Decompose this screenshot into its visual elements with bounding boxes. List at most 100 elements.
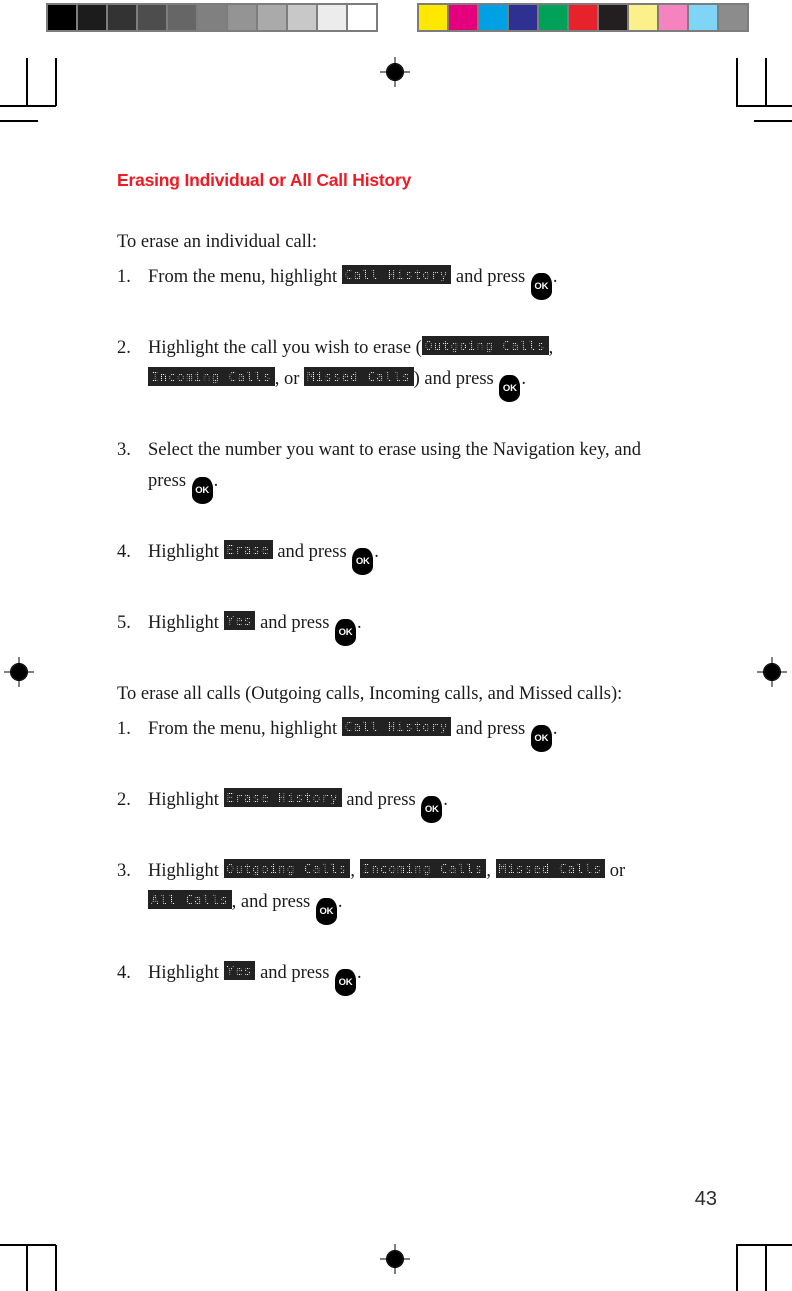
menu-item-label[interactable]: Missed Calls xyxy=(495,859,606,878)
color-swatch xyxy=(539,5,567,30)
grayscale-swatch xyxy=(48,5,76,30)
step-item: 2. Highlight Erase History and press OK. xyxy=(117,785,677,823)
step-text: Highlight xyxy=(148,790,224,810)
crop-mark-bottom-right-horizontal xyxy=(736,1244,792,1246)
grayscale-swatch xyxy=(168,5,196,30)
ok-key-icon[interactable]: OK xyxy=(421,796,443,823)
step-number: 4. xyxy=(117,963,131,983)
menu-item-label[interactable]: Missed Calls xyxy=(304,367,414,386)
menu-item-label[interactable]: Erase xyxy=(223,540,273,559)
grayscale-swatch xyxy=(198,5,226,30)
menu-item-label[interactable]: All Calls xyxy=(148,890,232,909)
step-number: 1. xyxy=(117,267,131,287)
color-swatch xyxy=(659,5,687,30)
crop-mark-top-left-bleed xyxy=(26,58,28,106)
menu-item-label[interactable]: Incoming Calls xyxy=(359,859,487,878)
registration-target-right xyxy=(757,657,787,687)
step-number: 4. xyxy=(117,542,131,562)
step-text: Highlight the call you wish to erase ( xyxy=(148,338,422,358)
registration-target-top xyxy=(380,57,410,87)
step-item: 1. From the menu, highlight Call History … xyxy=(117,262,677,300)
color-swatch xyxy=(449,5,477,30)
step-text: From the menu, highlight xyxy=(148,267,342,287)
page-content: Erasing Individual or All Call History T… xyxy=(117,170,677,996)
crop-mark-top-right-horizontal xyxy=(736,105,792,107)
ok-key-icon[interactable]: OK xyxy=(530,273,552,300)
color-swatch xyxy=(629,5,657,30)
step-item: 4. Highlight Erase and press OK. xyxy=(117,537,677,575)
step-text: . xyxy=(357,613,362,633)
crop-mark-bottom-left-horizontal xyxy=(0,1244,56,1246)
step-text: . xyxy=(443,790,448,810)
step-item: 3. Select the number you want to erase us… xyxy=(117,435,677,504)
crop-mark-bottom-right-vertical xyxy=(736,1245,738,1291)
registration-target-left xyxy=(4,657,34,687)
step-text: From the menu, highlight xyxy=(148,719,342,739)
step-text: Highlight xyxy=(148,963,224,983)
step-text: ) and press xyxy=(413,369,499,389)
step-text: . xyxy=(521,369,526,389)
menu-item-label[interactable]: Yes xyxy=(223,611,256,630)
menu-item-label[interactable]: Yes xyxy=(223,961,256,980)
grayscale-swatch xyxy=(138,5,166,30)
registration-target-bottom xyxy=(380,1244,410,1274)
grayscale-swatch xyxy=(108,5,136,30)
page-title: Erasing Individual or All Call History xyxy=(117,170,412,190)
step-text: , xyxy=(486,861,496,881)
menu-item-label[interactable]: Erase History xyxy=(223,788,342,807)
step-text: Highlight xyxy=(148,861,224,881)
color-swatch xyxy=(569,5,597,30)
step-list: 1. From the menu, highlight Call History … xyxy=(117,714,677,996)
step-number: 5. xyxy=(117,613,131,633)
step-text: . xyxy=(374,542,379,562)
step-text: . xyxy=(552,267,558,287)
step-number: 1. xyxy=(117,719,131,739)
menu-item-label[interactable]: Outgoing Calls xyxy=(421,336,549,355)
step-list: 1. From the menu, highlight Call History … xyxy=(117,262,677,646)
grayscale-swatch xyxy=(288,5,316,30)
ok-key-icon[interactable]: OK xyxy=(352,548,374,575)
color-swatch xyxy=(689,5,717,30)
color-calibration-bar xyxy=(417,3,749,32)
step-text: and press xyxy=(255,613,335,633)
ok-key-icon[interactable]: OK xyxy=(499,375,521,402)
step-text: and press xyxy=(451,267,530,287)
step-text: Select the number you want to erase usin… xyxy=(148,440,642,491)
step-number: 3. xyxy=(117,861,131,881)
step-item: 5. Highlight Yes and press OK. xyxy=(117,608,677,646)
step-text: . xyxy=(337,892,343,912)
menu-item-label[interactable]: Call History xyxy=(341,717,452,736)
ok-key-icon[interactable]: OK xyxy=(335,619,357,646)
ok-key-icon[interactable]: OK xyxy=(191,477,213,504)
crop-mark-bottom-right-bleed xyxy=(765,1245,767,1291)
color-swatch xyxy=(479,5,507,30)
crop-mark-top-right-vertical xyxy=(736,58,738,106)
crop-mark-bottom-left-vertical xyxy=(55,1245,57,1291)
step-item: 4. Highlight Yes and press OK. xyxy=(117,958,677,996)
step-text: . xyxy=(357,963,362,983)
ok-key-icon[interactable]: OK xyxy=(335,969,357,996)
menu-item-label[interactable]: Call History xyxy=(341,265,452,284)
crop-mark-top-left-vertical xyxy=(55,58,57,106)
page-number: 43 xyxy=(694,1188,717,1210)
section-lead-text: To erase all calls (Outgoing calls, Inco… xyxy=(117,684,623,704)
step-text: and press xyxy=(255,963,335,983)
color-swatch xyxy=(419,5,447,30)
step-text: and press xyxy=(451,719,530,739)
menu-item-label[interactable]: Outgoing Calls xyxy=(223,859,351,878)
ok-key-icon[interactable]: OK xyxy=(315,898,337,925)
step-number: 3. xyxy=(117,440,131,460)
step-text: Highlight xyxy=(148,613,224,633)
step-text: and press xyxy=(272,542,352,562)
instruction-sections: To erase an individual call: 1. From the m… xyxy=(117,227,677,996)
ok-key-icon[interactable]: OK xyxy=(530,725,552,752)
crop-mark-top-left-horizontal xyxy=(0,105,56,107)
step-text: . xyxy=(552,719,558,739)
color-swatch xyxy=(599,5,627,30)
step-text: Highlight xyxy=(148,542,224,562)
crop-mark-top-left-bleed-h xyxy=(0,120,38,122)
color-swatch xyxy=(719,5,747,30)
menu-item-label[interactable]: Incoming Calls xyxy=(148,367,275,386)
crop-mark-bottom-left-bleed xyxy=(26,1245,28,1291)
